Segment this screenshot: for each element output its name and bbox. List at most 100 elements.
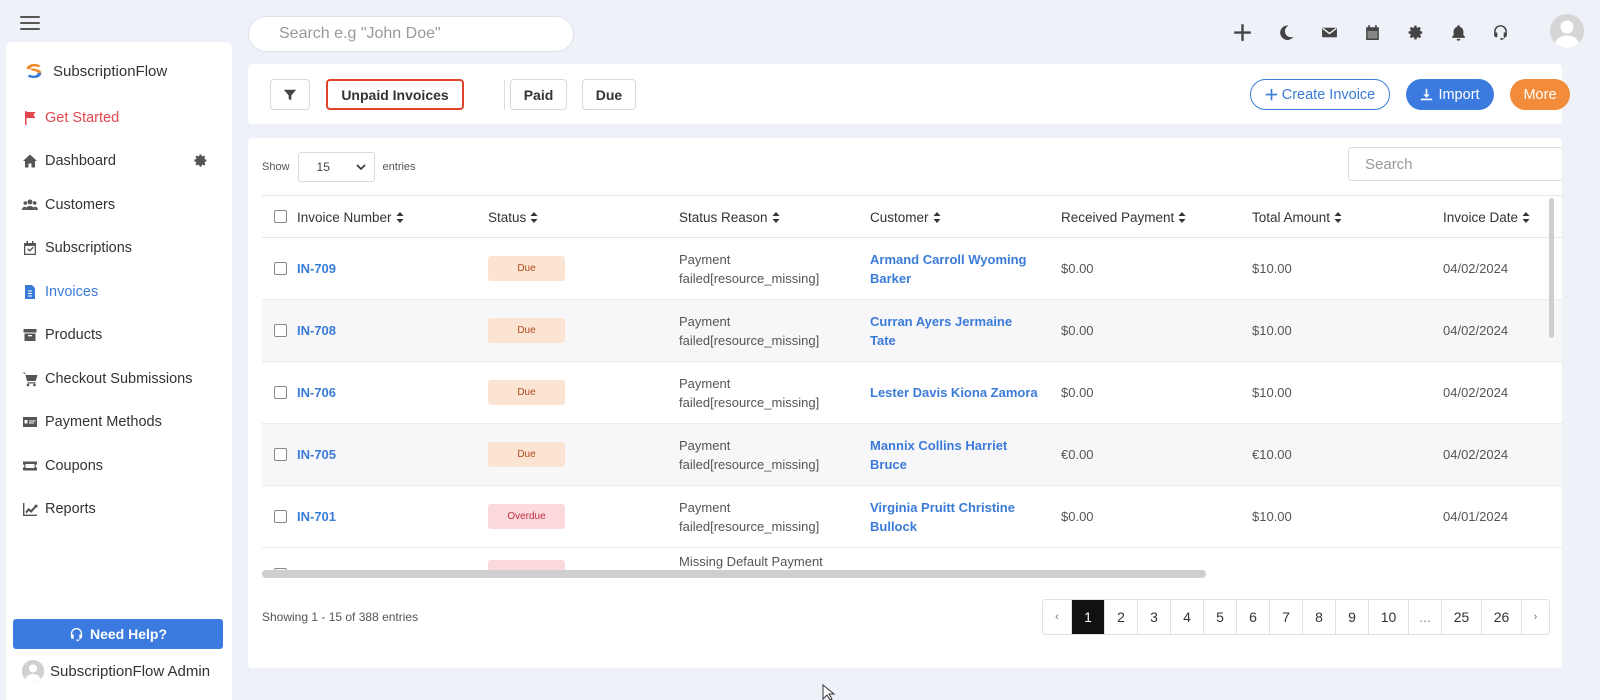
plus-icon bbox=[1265, 88, 1277, 101]
pagination-page[interactable]: 9 bbox=[1335, 600, 1368, 634]
sort-icon bbox=[1178, 211, 1186, 223]
customer-link[interactable]: Lester Davis Kiona Zamora bbox=[870, 362, 1038, 423]
pagination-page[interactable]: 4 bbox=[1170, 600, 1203, 634]
table-row[interactable]: IN-708 Due Payment failed[resource_missin… bbox=[262, 300, 1562, 362]
column-header-status-reason[interactable]: Status Reason bbox=[679, 196, 780, 238]
sidebar-item-label: Payment Methods bbox=[45, 414, 162, 431]
import-label: Import bbox=[1438, 86, 1480, 103]
create-invoice-button[interactable]: Create Invoice bbox=[1250, 79, 1390, 110]
dashboard-settings-gear-icon[interactable] bbox=[193, 153, 208, 168]
horizontal-scrollbar[interactable] bbox=[262, 570, 1206, 578]
sidebar-item-customers[interactable]: Customers bbox=[6, 183, 232, 227]
pagination-page[interactable]: 7 bbox=[1269, 600, 1302, 634]
plus-icon[interactable] bbox=[1224, 14, 1260, 50]
pagination-page[interactable]: 2 bbox=[1104, 600, 1137, 634]
column-header-customer[interactable]: Customer bbox=[870, 196, 941, 238]
select-all-checkbox[interactable] bbox=[274, 210, 287, 223]
pagination-page[interactable]: 6 bbox=[1236, 600, 1269, 634]
received-payment: $0.00 bbox=[1061, 385, 1094, 400]
gear-icon[interactable] bbox=[1397, 14, 1433, 50]
headset-icon[interactable] bbox=[1482, 14, 1518, 50]
sidebar-item-subscriptions[interactable]: Subscriptions bbox=[6, 227, 232, 271]
customer-link[interactable]: Curran Ayers Jermaine Tate bbox=[870, 300, 1012, 361]
customer-link[interactable]: Armand Carroll Wyoming Barker bbox=[870, 238, 1027, 299]
subscriptionflow-logo-icon bbox=[26, 63, 42, 79]
sidebar: SubscriptionFlow Get Started Dashboard C… bbox=[6, 42, 232, 700]
row-checkbox[interactable] bbox=[274, 262, 287, 275]
pagination-page[interactable]: 8 bbox=[1302, 600, 1335, 634]
table-row[interactable]: Missing Default Payment bbox=[262, 548, 1562, 572]
sidebar-item-invoices[interactable]: Invoices bbox=[6, 270, 232, 314]
status-badge: Due bbox=[488, 318, 565, 343]
table-row[interactable]: IN-705 Due Payment failed[resource_missin… bbox=[262, 424, 1562, 486]
column-header-invoice-number[interactable]: Invoice Number bbox=[297, 196, 404, 238]
paid-filter-button[interactable]: Paid bbox=[510, 79, 567, 110]
received-payment: $0.00 bbox=[1061, 509, 1094, 524]
sidebar-item-coupons[interactable]: Coupons bbox=[6, 444, 232, 488]
due-filter-button[interactable]: Due bbox=[582, 79, 636, 110]
column-header-total-amount[interactable]: Total Amount bbox=[1252, 196, 1342, 238]
table-search-input[interactable] bbox=[1348, 147, 1562, 181]
total-amount: $10.00 bbox=[1252, 509, 1292, 524]
invoice-number-link[interactable]: IN-706 bbox=[297, 362, 336, 423]
column-header-status[interactable]: Status bbox=[488, 196, 538, 238]
moon-icon[interactable] bbox=[1268, 14, 1304, 50]
table-row[interactable]: IN-701 Overdue Payment failed[resource_mi… bbox=[262, 486, 1562, 548]
pagination-page[interactable]: 5 bbox=[1203, 600, 1236, 634]
row-checkbox[interactable] bbox=[274, 448, 287, 461]
customer-link[interactable]: Mannix Collins Harriet Bruce bbox=[870, 424, 1007, 485]
sidebar-item-dashboard[interactable]: Dashboard bbox=[6, 140, 232, 184]
sidebar-item-reports[interactable]: Reports bbox=[6, 488, 232, 532]
sidebar-item-get-started[interactable]: Get Started bbox=[6, 96, 232, 140]
invoice-number-link[interactable]: IN-708 bbox=[297, 300, 336, 361]
row-checkbox[interactable] bbox=[274, 510, 287, 523]
sidebar-item-products[interactable]: Products bbox=[6, 314, 232, 358]
row-checkbox[interactable] bbox=[274, 386, 287, 399]
hamburger-menu-icon[interactable] bbox=[20, 16, 40, 30]
pagination-page[interactable]: 10 bbox=[1368, 600, 1408, 634]
pagination-prev[interactable]: ‹ bbox=[1043, 600, 1071, 634]
pagination-next[interactable]: › bbox=[1521, 600, 1549, 634]
pagination-page[interactable]: 3 bbox=[1137, 600, 1170, 634]
column-label: Status bbox=[488, 209, 527, 225]
import-button[interactable]: Import bbox=[1406, 79, 1494, 110]
unpaid-invoices-button[interactable]: Unpaid Invoices bbox=[326, 79, 464, 110]
table-row[interactable]: IN-709 Due Payment failed[resource_missin… bbox=[262, 238, 1562, 300]
global-search-input[interactable] bbox=[248, 16, 574, 52]
payment-icon bbox=[21, 413, 39, 431]
column-label: Invoice Number bbox=[297, 209, 392, 225]
entries-select[interactable]: 15 bbox=[297, 152, 375, 182]
mail-icon[interactable] bbox=[1311, 14, 1347, 50]
row-checkbox[interactable] bbox=[274, 324, 287, 337]
avatar[interactable] bbox=[1550, 14, 1584, 48]
brand-logo[interactable]: SubscriptionFlow bbox=[23, 60, 167, 82]
received-payment: €0.00 bbox=[1061, 447, 1094, 462]
status-reason: Payment failed[resource_missing] bbox=[679, 375, 820, 410]
column-label: Status Reason bbox=[679, 209, 768, 225]
column-header-invoice-date[interactable]: Invoice Date bbox=[1443, 196, 1530, 238]
user-profile[interactable]: SubscriptionFlow Admin bbox=[22, 660, 210, 682]
invoice-date: 04/01/2024 bbox=[1443, 509, 1509, 524]
filter-button[interactable] bbox=[270, 79, 310, 110]
table-row[interactable]: IN-706 Due Payment failed[resource_missin… bbox=[262, 362, 1562, 424]
sidebar-nav: Get Started Dashboard Customers Subscrip… bbox=[6, 96, 232, 531]
pagination-page[interactable]: 25 bbox=[1441, 600, 1481, 634]
home-icon bbox=[21, 152, 39, 170]
need-help-button[interactable]: Need Help? bbox=[13, 619, 223, 649]
invoice-number-link[interactable]: IN-701 bbox=[297, 486, 336, 547]
sort-icon bbox=[1334, 211, 1342, 223]
column-header-received-payment[interactable]: Received Payment bbox=[1061, 196, 1186, 238]
customer-link[interactable]: Virginia Pruitt Christine Bullock bbox=[870, 486, 1015, 547]
status-reason: Missing Default Payment bbox=[679, 554, 823, 569]
calendar-icon[interactable] bbox=[1354, 14, 1390, 50]
invoice-number-link[interactable]: IN-705 bbox=[297, 424, 336, 485]
sidebar-item-checkout-submissions[interactable]: Checkout Submissions bbox=[6, 357, 232, 401]
sidebar-item-label: Reports bbox=[45, 501, 96, 518]
more-button[interactable]: More bbox=[1510, 79, 1570, 110]
vertical-scrollbar[interactable] bbox=[1549, 198, 1554, 338]
sidebar-item-payment-methods[interactable]: Payment Methods bbox=[6, 401, 232, 445]
pagination-page[interactable]: 1 bbox=[1071, 600, 1104, 634]
invoice-number-link[interactable]: IN-709 bbox=[297, 238, 336, 299]
bell-icon[interactable] bbox=[1440, 14, 1476, 50]
pagination-page[interactable]: 26 bbox=[1481, 600, 1521, 634]
